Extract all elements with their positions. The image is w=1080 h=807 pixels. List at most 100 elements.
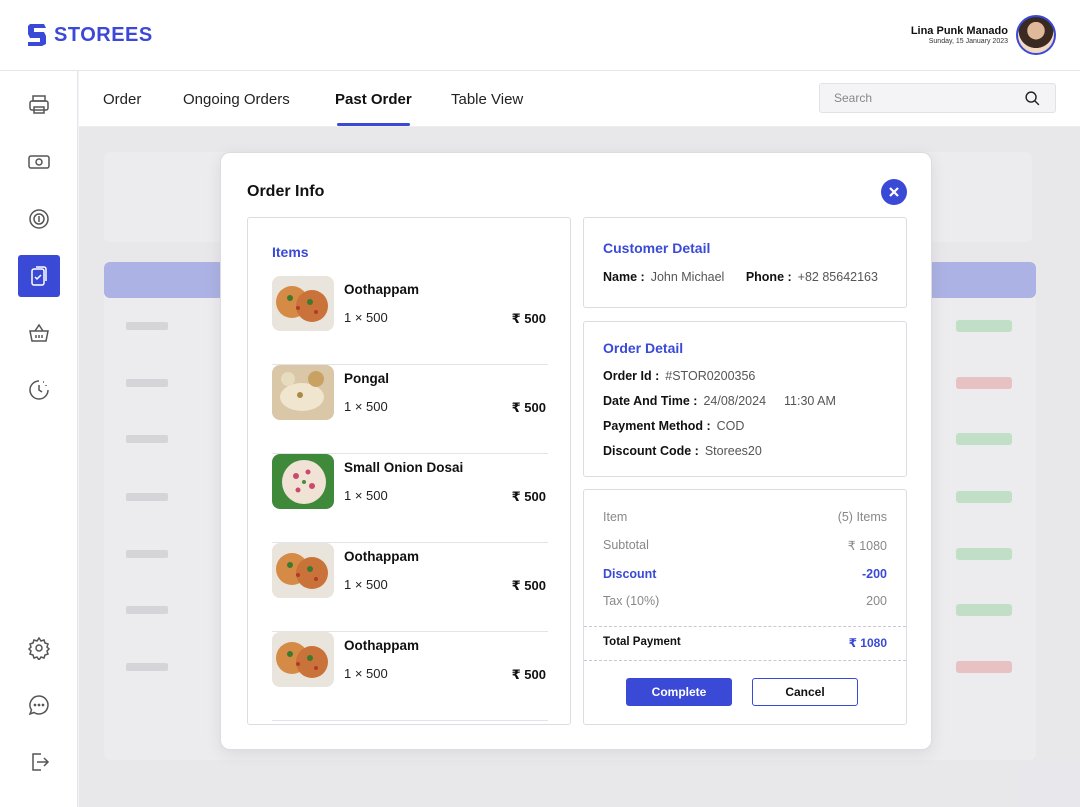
divider (584, 660, 906, 661)
order-info-modal: Order Info Items Oothappam 1 × 500 ₹ 500… (220, 152, 932, 750)
payment-method-label: Payment Method : (603, 419, 711, 433)
tax-label: Tax (10%) (603, 594, 660, 608)
total-label: Total Payment (603, 636, 681, 648)
top-header: STOREES Lina Punk Manado Sunday, 15 Janu… (0, 0, 1080, 71)
customer-phone: +82 85642163 (797, 270, 878, 284)
sidebar-item-logout[interactable] (18, 741, 60, 783)
list-item[interactable]: Oothappam 1 × 500 ₹ 500 (272, 276, 548, 365)
search-icon[interactable] (1024, 90, 1041, 107)
item-price: ₹ 500 (511, 400, 546, 415)
summary-discount-row: Discount -200 (603, 567, 887, 581)
search-box (819, 83, 1056, 113)
discount-code-row: Discount Code : Storees20 (603, 444, 762, 458)
item-name: Small Onion Dosai (344, 460, 464, 475)
order-datetime-label: Date And Time : (603, 394, 698, 408)
avatar[interactable] (1016, 15, 1056, 55)
food-image (272, 276, 334, 331)
order-detail-panel: Order Detail Order Id : #STOR0200356 Date… (583, 321, 907, 477)
food-image (272, 365, 334, 420)
basket-icon (29, 323, 49, 342)
items-panel: Items Oothappam 1 × 500 ₹ 500 Pongal 1 ×… (247, 217, 571, 725)
complete-button[interactable]: Complete (626, 678, 732, 706)
item-name: Oothappam (344, 638, 420, 653)
summary-subtotal-row: Subtotal ₹ 1080 (603, 538, 887, 553)
discount-code: Storees20 (704, 444, 762, 458)
order-time: 11:30 AM (784, 394, 836, 408)
customer-info-row: Name : John Michael Phone : +82 85642163 (603, 270, 878, 284)
brand-name: STOREES (54, 23, 153, 46)
cash-icon (28, 155, 50, 169)
item-price: ₹ 500 (511, 578, 546, 593)
payment-method: COD (716, 419, 745, 433)
storees-logo-icon (28, 24, 46, 46)
sidebar-item-basket[interactable] (18, 312, 60, 354)
item-price: ₹ 500 (511, 489, 546, 504)
tab-past-order[interactable]: Past Order (335, 91, 412, 108)
payment-method-row: Payment Method : COD (603, 419, 744, 433)
food-image (272, 543, 334, 598)
clipboard-check-icon (31, 266, 47, 286)
item-price: ₹ 500 (511, 311, 546, 326)
coin-cycle-icon (29, 209, 49, 229)
food-image (272, 454, 334, 509)
item-quantity: 1 × 500 (344, 399, 388, 414)
brand-logo[interactable]: STOREES (26, 22, 153, 48)
tab-table-view[interactable]: Table View (451, 91, 523, 108)
sidebar-item-transactions[interactable] (18, 198, 60, 240)
discount-label: Discount (603, 567, 657, 581)
chat-icon (28, 695, 49, 716)
item-quantity: 1 × 500 (344, 310, 388, 325)
modal-title: Order Info (247, 183, 325, 200)
item-name: Oothappam (344, 282, 420, 297)
summary-tax-row: Tax (10%) 200 (603, 594, 887, 608)
close-button[interactable] (881, 179, 907, 205)
summary-item-row: Item (5) Items (603, 510, 887, 524)
timer-icon (29, 380, 49, 400)
discount-value: -200 (861, 567, 887, 581)
sidebar-item-orders[interactable] (18, 255, 60, 297)
order-id: #STOR0200356 (665, 369, 756, 383)
user-name: Lina Punk Manado (910, 25, 1008, 37)
order-detail-title: Order Detail (603, 340, 684, 356)
order-date: 24/08/2024 (703, 394, 767, 408)
tabs-bar: Order Ongoing Orders Past Order Table Vi… (79, 71, 1080, 127)
tab-ongoing-orders[interactable]: Ongoing Orders (183, 91, 290, 108)
divider (584, 626, 906, 627)
sidebar-item-cash[interactable] (18, 141, 60, 183)
list-item[interactable]: Oothappam 1 × 500 ₹ 500 (272, 543, 548, 632)
sidebar-item-history[interactable] (18, 369, 60, 411)
current-date: Sunday, 15 January 2023 (928, 38, 1008, 45)
item-quantity: 1 × 500 (344, 666, 388, 681)
total-value: ₹ 1080 (848, 636, 887, 650)
sidebar-item-messages[interactable] (18, 684, 60, 726)
user-profile[interactable]: Lina Punk Manado Sunday, 15 January 2023 (911, 15, 1056, 55)
item-price: ₹ 500 (511, 667, 546, 682)
gear-icon (27, 636, 51, 660)
list-item[interactable]: Pongal 1 × 500 ₹ 500 (272, 365, 548, 454)
list-item[interactable]: Oothappam 1 × 500 ₹ 500 (272, 632, 548, 721)
summary-item-value: (5) Items (837, 510, 887, 524)
customer-name: John Michael (650, 270, 725, 284)
food-image (272, 632, 334, 687)
sidebar (0, 71, 78, 807)
tax-value: 200 (866, 594, 887, 608)
active-tab-indicator (337, 123, 410, 126)
discount-code-label: Discount Code : (603, 444, 699, 458)
list-item[interactable]: Small Onion Dosai 1 × 500 ₹ 500 (272, 454, 548, 543)
subtotal-label: Subtotal (603, 538, 649, 552)
sidebar-item-settings[interactable] (18, 627, 60, 669)
logout-icon (32, 753, 50, 771)
customer-detail-title: Customer Detail (603, 240, 711, 256)
printer-icon (29, 95, 49, 114)
summary-total-row: Total Payment ₹ 1080 (603, 636, 887, 650)
cancel-button[interactable]: Cancel (752, 678, 858, 706)
search-input[interactable] (834, 91, 1024, 105)
sidebar-item-printer[interactable] (18, 84, 60, 126)
payment-summary-panel: Item (5) Items Subtotal ₹ 1080 Discount -20… (583, 489, 907, 725)
tab-order[interactable]: Order (103, 91, 141, 108)
item-name: Oothappam (344, 549, 420, 564)
close-icon (889, 187, 899, 197)
item-quantity: 1 × 500 (344, 577, 388, 592)
subtotal-value: ₹ 1080 (847, 539, 887, 553)
customer-name-label: Name : (603, 270, 645, 284)
